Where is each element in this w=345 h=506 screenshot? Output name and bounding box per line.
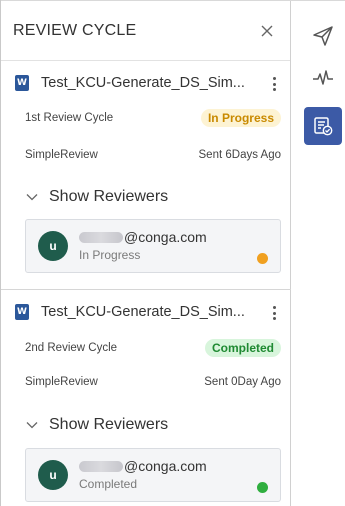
word-document-icon: W bbox=[15, 304, 29, 320]
chevron-down-icon bbox=[26, 422, 38, 429]
status-dot bbox=[257, 482, 268, 493]
review-cycle-card: W Test_KCU-Generate_DS_Sim... 1st Review… bbox=[1, 61, 291, 290]
word-document-icon: W bbox=[15, 75, 29, 91]
more-options-icon[interactable] bbox=[269, 75, 279, 93]
reviewer-email: @conga.com bbox=[79, 458, 207, 474]
sent-time: Sent 6Days Ago bbox=[198, 149, 281, 161]
status-badge: Completed bbox=[204, 339, 281, 357]
reviewer-status: In Progress bbox=[79, 248, 141, 262]
email-domain: @conga.com bbox=[124, 458, 207, 474]
avatar: u bbox=[38, 460, 68, 490]
avatar: u bbox=[38, 231, 68, 261]
send-icon[interactable] bbox=[304, 17, 342, 55]
sent-time: Sent 0Day Ago bbox=[204, 376, 281, 388]
review-list-icon[interactable] bbox=[304, 107, 342, 145]
document-row[interactable]: W Test_KCU-Generate_DS_Sim... bbox=[15, 302, 281, 322]
review-cycle-card: W Test_KCU-Generate_DS_Sim... 2nd Review… bbox=[1, 290, 291, 506]
reviewer-item[interactable]: u @conga.com Completed bbox=[25, 448, 281, 502]
close-icon[interactable] bbox=[256, 20, 278, 42]
review-cycle-panel: REVIEW CYCLE W Test_KCU-Generate_DS_Sim.… bbox=[1, 1, 291, 506]
more-options-icon[interactable] bbox=[269, 304, 279, 322]
cycle-status-row: 2nd Review Cycle Completed bbox=[25, 339, 281, 357]
show-reviewers-toggle[interactable]: Show Reviewers bbox=[25, 416, 168, 434]
cycle-label: 1st Review Cycle bbox=[25, 112, 114, 124]
document-name[interactable]: Test_KCU-Generate_DS_Sim... bbox=[41, 304, 245, 320]
redacted-username bbox=[79, 460, 123, 472]
email-domain: @conga.com bbox=[124, 229, 207, 245]
panel-header: REVIEW CYCLE bbox=[1, 1, 290, 61]
show-reviewers-label: Show Reviewers bbox=[49, 188, 169, 205]
document-row[interactable]: W Test_KCU-Generate_DS_Sim... bbox=[15, 73, 281, 93]
panel-title: REVIEW CYCLE bbox=[13, 21, 137, 39]
reviewer-item[interactable]: u @conga.com In Progress bbox=[25, 219, 281, 273]
redacted-username bbox=[79, 231, 123, 243]
show-reviewers-label: Show Reviewers bbox=[49, 416, 169, 433]
review-type-row: SimpleReview Sent 0Day Ago bbox=[25, 376, 281, 388]
review-type: SimpleReview bbox=[25, 149, 98, 161]
activity-icon[interactable] bbox=[304, 59, 342, 97]
status-badge: In Progress bbox=[200, 109, 281, 127]
chevron-down-icon bbox=[26, 194, 38, 201]
status-dot bbox=[257, 253, 268, 264]
review-type-row: SimpleReview Sent 6Days Ago bbox=[25, 149, 281, 161]
show-reviewers-toggle[interactable]: Show Reviewers bbox=[25, 188, 168, 206]
reviewer-status: Completed bbox=[79, 477, 138, 491]
cycle-status-row: 1st Review Cycle In Progress bbox=[25, 109, 281, 127]
document-name[interactable]: Test_KCU-Generate_DS_Sim... bbox=[41, 75, 245, 91]
side-rail bbox=[292, 1, 345, 506]
review-type: SimpleReview bbox=[25, 376, 98, 388]
reviewer-email: @conga.com bbox=[79, 229, 207, 245]
cycle-label: 2nd Review Cycle bbox=[25, 342, 118, 354]
review-cycle-window: REVIEW CYCLE W Test_KCU-Generate_DS_Sim.… bbox=[0, 0, 345, 506]
